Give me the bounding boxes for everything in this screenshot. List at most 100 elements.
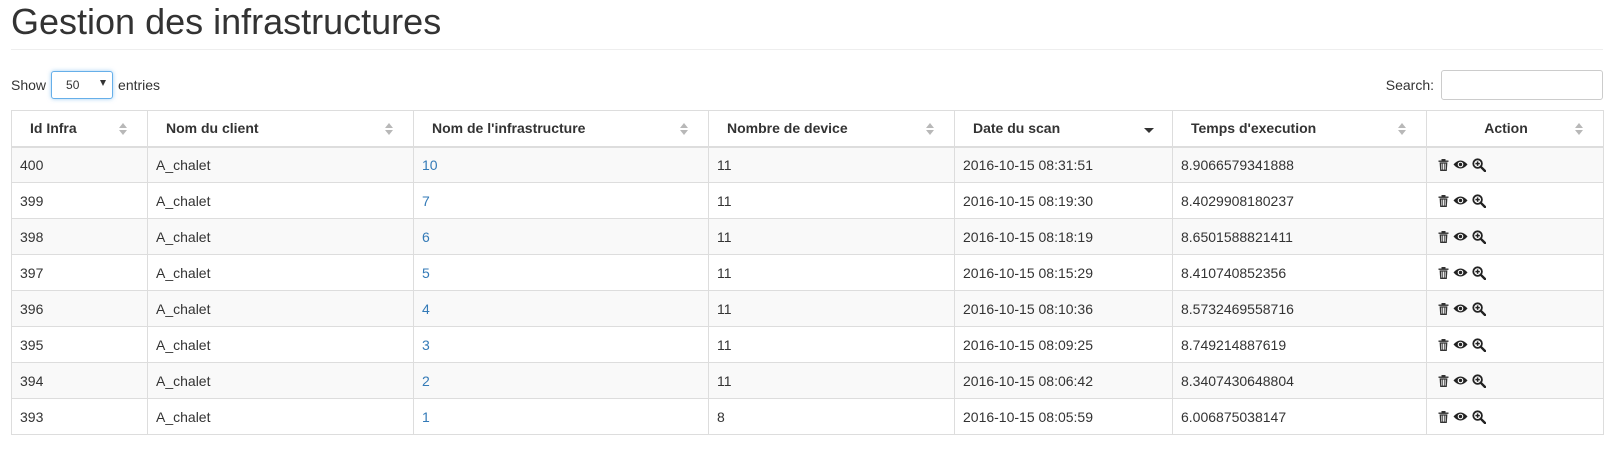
delete-button[interactable] bbox=[1438, 410, 1449, 423]
column-header-nom-infrastructure[interactable]: Nom de l'infrastructure bbox=[413, 110, 709, 148]
cell-client: A_chalet bbox=[147, 254, 414, 291]
delete-button[interactable] bbox=[1438, 158, 1449, 171]
delete-button[interactable] bbox=[1438, 374, 1449, 387]
zoom-in-icon bbox=[1472, 158, 1486, 172]
infrastructure-link[interactable]: 7 bbox=[422, 193, 430, 209]
infrastructure-link[interactable]: 1 bbox=[422, 409, 430, 425]
cell-id-infra: 399 bbox=[11, 182, 148, 219]
infrastructure-link[interactable]: 3 bbox=[422, 337, 430, 353]
zoom-in-icon bbox=[1472, 373, 1486, 388]
zoom-button[interactable] bbox=[1472, 301, 1486, 316]
cell-id-infra: 396 bbox=[11, 290, 148, 327]
view-button[interactable] bbox=[1453, 195, 1468, 206]
sort-both-icon bbox=[1575, 123, 1583, 135]
view-button[interactable] bbox=[1453, 375, 1468, 386]
view-button[interactable] bbox=[1453, 267, 1468, 278]
search-input[interactable] bbox=[1441, 70, 1603, 100]
entries-length-control: Show 50 entries bbox=[11, 71, 160, 99]
view-button[interactable] bbox=[1453, 303, 1468, 314]
trash-icon bbox=[1438, 230, 1449, 243]
eye-icon bbox=[1453, 159, 1468, 170]
sort-both-icon bbox=[119, 123, 127, 135]
zoom-button[interactable] bbox=[1472, 158, 1486, 172]
cell-infrastructure: 1 bbox=[413, 398, 709, 435]
infrastructure-link[interactable]: 10 bbox=[422, 157, 438, 173]
cell-execution-time: 8.3407430648804 bbox=[1172, 362, 1427, 399]
cell-client: A_chalet bbox=[147, 362, 414, 399]
eye-icon bbox=[1453, 231, 1468, 242]
cell-execution-time: 8.6501588821411 bbox=[1172, 218, 1427, 255]
cell-client: A_chalet bbox=[147, 146, 414, 183]
view-button[interactable] bbox=[1453, 339, 1468, 350]
cell-actions bbox=[1426, 290, 1604, 327]
cell-execution-time: 8.4029908180237 bbox=[1172, 182, 1427, 219]
cell-scan-date: 2016-10-15 08:15:29 bbox=[954, 254, 1173, 291]
column-header-action[interactable]: Action bbox=[1426, 110, 1604, 148]
view-button[interactable] bbox=[1453, 159, 1468, 170]
trash-icon bbox=[1438, 338, 1449, 351]
zoom-button[interactable] bbox=[1472, 265, 1486, 280]
cell-actions bbox=[1426, 146, 1604, 183]
table-row: 396 A_chalet 4 11 2016-10-15 08:10:36 8.57324… bbox=[11, 290, 1604, 327]
delete-button[interactable] bbox=[1438, 302, 1449, 315]
table-row: 395 A_chalet 3 11 2016-10-15 08:09:25 8.74921… bbox=[11, 326, 1604, 363]
cell-device-count: 11 bbox=[708, 290, 955, 327]
cell-client: A_chalet bbox=[147, 218, 414, 255]
cell-client: A_chalet bbox=[147, 290, 414, 327]
zoom-button[interactable] bbox=[1472, 229, 1486, 244]
cell-device-count: 11 bbox=[708, 254, 955, 291]
search-label: Search: bbox=[1385, 77, 1434, 93]
search-control: Search: bbox=[1386, 70, 1603, 100]
infrastructure-link[interactable]: 6 bbox=[422, 229, 430, 245]
cell-scan-date: 2016-10-15 08:05:59 bbox=[954, 398, 1173, 435]
cell-infrastructure: 4 bbox=[413, 290, 709, 327]
cell-client: A_chalet bbox=[147, 326, 414, 363]
eye-icon bbox=[1453, 411, 1468, 422]
cell-actions bbox=[1426, 362, 1604, 399]
table-header-row: Id Infra Nom du client Nom de l'infrastr… bbox=[11, 110, 1604, 148]
column-header-date-du-scan[interactable]: Date du scan bbox=[954, 110, 1173, 148]
cell-actions bbox=[1426, 398, 1604, 435]
infrastructure-link[interactable]: 4 bbox=[422, 301, 430, 317]
length-suffix-label: entries bbox=[118, 77, 161, 93]
zoom-button[interactable] bbox=[1472, 373, 1486, 388]
zoom-in-icon bbox=[1472, 265, 1486, 280]
delete-button[interactable] bbox=[1438, 338, 1449, 351]
sort-both-icon bbox=[1398, 123, 1406, 135]
column-header-id-infra[interactable]: Id Infra bbox=[11, 110, 148, 148]
column-header-nom-du-client[interactable]: Nom du client bbox=[147, 110, 414, 148]
action-group bbox=[1435, 301, 1595, 316]
cell-infrastructure: 5 bbox=[413, 254, 709, 291]
zoom-button[interactable] bbox=[1472, 409, 1486, 424]
zoom-in-icon bbox=[1472, 193, 1486, 208]
cell-execution-time: 8.5732469558716 bbox=[1172, 290, 1427, 327]
cell-device-count: 11 bbox=[708, 182, 955, 219]
cell-scan-date: 2016-10-15 08:18:19 bbox=[954, 218, 1173, 255]
infrastructure-link[interactable]: 2 bbox=[422, 373, 430, 389]
title-divider bbox=[11, 49, 1603, 50]
trash-icon bbox=[1438, 158, 1449, 171]
cell-infrastructure: 2 bbox=[413, 362, 709, 399]
zoom-in-icon bbox=[1472, 409, 1486, 424]
view-button[interactable] bbox=[1453, 231, 1468, 242]
column-header-nombre-de-device[interactable]: Nombre de device bbox=[708, 110, 955, 148]
view-button[interactable] bbox=[1453, 411, 1468, 422]
table-row: 400 A_chalet 10 11 2016-10-15 08:31:51 8.9066… bbox=[11, 146, 1604, 183]
entries-per-page-value: 50 bbox=[66, 78, 80, 92]
infrastructure-link[interactable]: 5 bbox=[422, 265, 430, 281]
delete-button[interactable] bbox=[1438, 266, 1449, 279]
table-row: 398 A_chalet 6 11 2016-10-15 08:18:19 8.65015… bbox=[11, 218, 1604, 255]
cell-device-count: 11 bbox=[708, 146, 955, 183]
zoom-button[interactable] bbox=[1472, 193, 1486, 208]
entries-per-page-select[interactable]: 50 bbox=[51, 71, 114, 99]
dropdown-arrow-icon bbox=[100, 80, 107, 86]
zoom-button[interactable] bbox=[1472, 337, 1486, 352]
action-group bbox=[1435, 193, 1595, 208]
eye-icon bbox=[1453, 339, 1468, 350]
column-header-temps-execution[interactable]: Temps d'execution bbox=[1172, 110, 1427, 148]
trash-icon bbox=[1438, 194, 1449, 207]
delete-button[interactable] bbox=[1438, 230, 1449, 243]
delete-button[interactable] bbox=[1438, 194, 1449, 207]
cell-id-infra: 395 bbox=[11, 326, 148, 363]
cell-id-infra: 393 bbox=[11, 398, 148, 435]
